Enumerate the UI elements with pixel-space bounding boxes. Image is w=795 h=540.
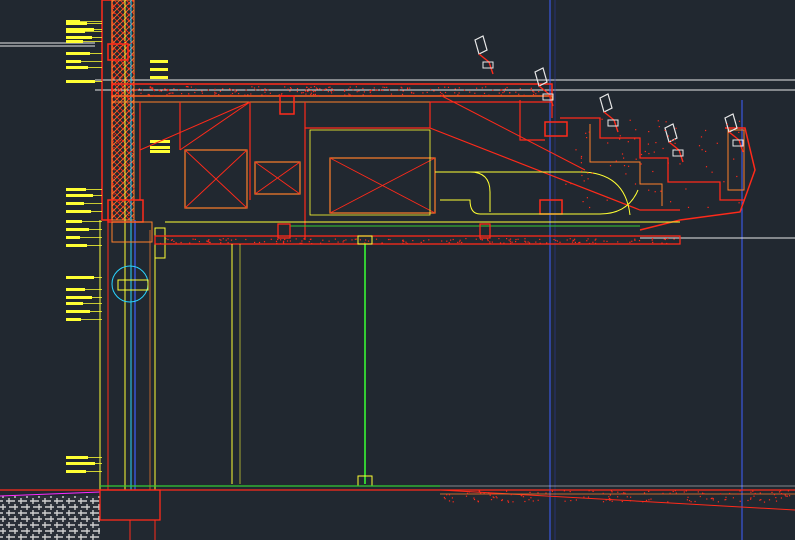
drawing-canvas[interactable] (0, 0, 795, 540)
foundation-hatch (0, 496, 100, 540)
cad-drawing[interactable] (0, 0, 795, 540)
annotation-callout (150, 76, 168, 79)
annotation-callout (150, 150, 170, 153)
annotation-callout (150, 146, 170, 149)
annotation-callout (150, 60, 168, 63)
annotation-callout (150, 68, 168, 71)
